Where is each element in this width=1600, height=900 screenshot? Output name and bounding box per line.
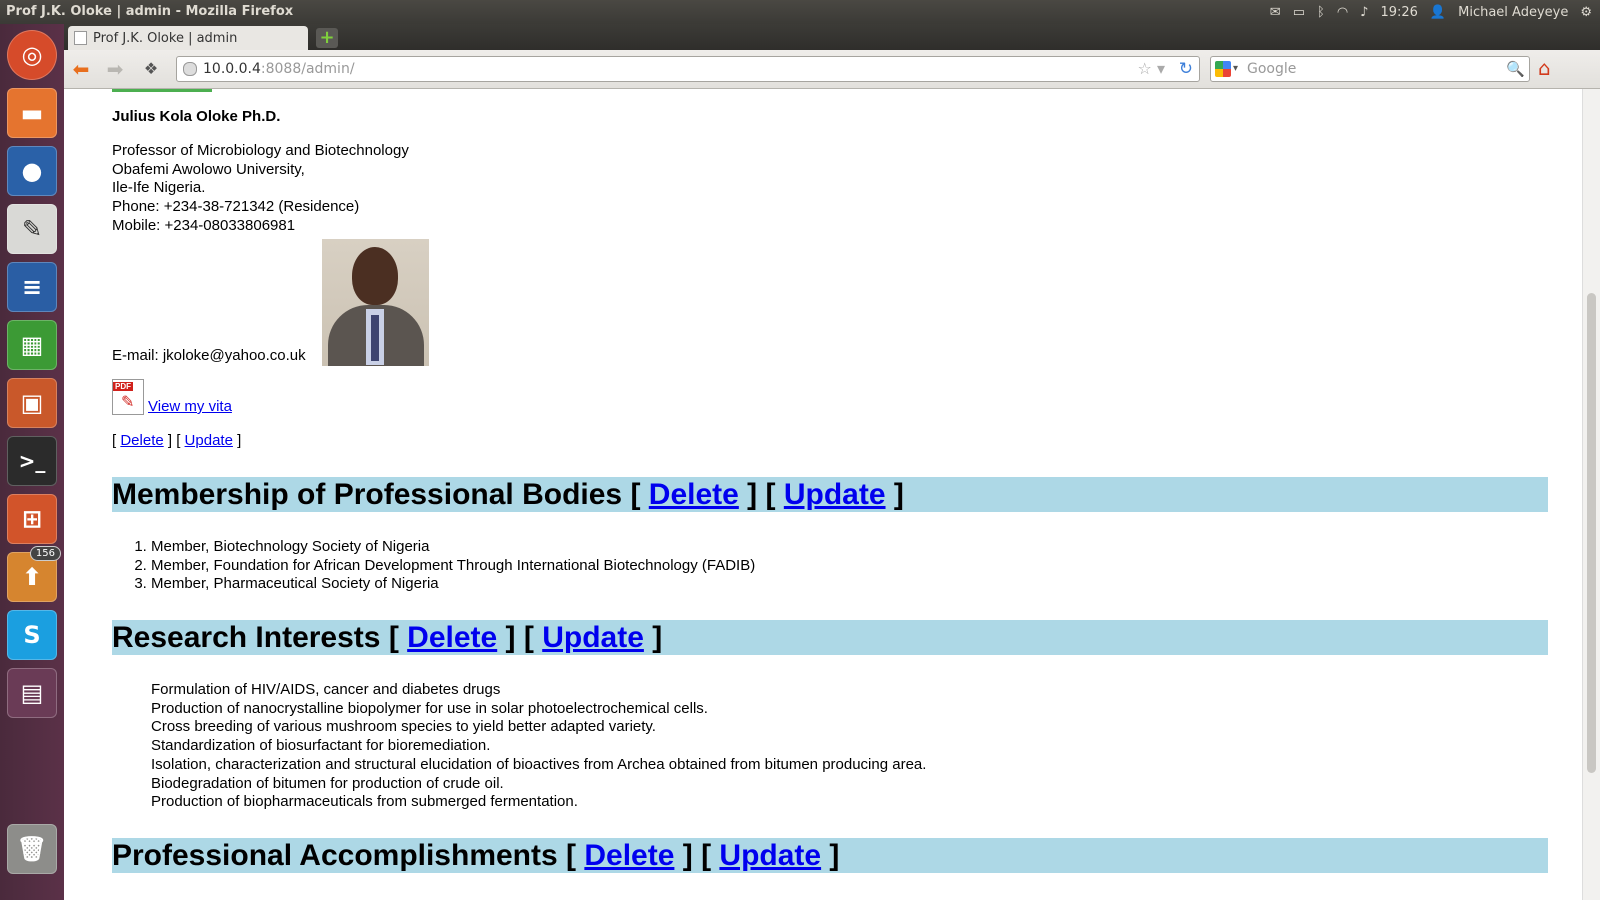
tab-title: Prof J.K. Oloke | admin bbox=[93, 30, 238, 46]
window-title: Prof J.K. Oloke | admin - Mozilla Firefo… bbox=[6, 4, 294, 19]
bluetooth-icon[interactable]: ᛒ bbox=[1317, 5, 1325, 20]
profile-line: Mobile: +234-08033806981 bbox=[112, 216, 296, 234]
top-panel: Prof J.K. Oloke | admin - Mozilla Firefo… bbox=[0, 0, 1600, 24]
list-item: Formulation of HIV/AIDS, cancer and diab… bbox=[151, 681, 501, 698]
volume-icon[interactable]: ♪ bbox=[1360, 5, 1368, 20]
bookmark-star-icon[interactable]: ☆ ▾ bbox=[1138, 57, 1165, 81]
home-icon[interactable]: ⌂ bbox=[1538, 56, 1551, 80]
profile-name: Julius Kola Oloke Ph.D. bbox=[112, 108, 281, 125]
system-tray: ✉ ▭ ᛒ ◠ ♪ 19:26 👤 Michael Adeyeye ⚙ bbox=[1270, 0, 1600, 24]
gear-icon[interactable]: ⚙ bbox=[1580, 5, 1592, 20]
list-item: Production of nanocrystalline biopolymer… bbox=[151, 699, 708, 717]
ubuntu-logo-icon[interactable]: ◎ bbox=[7, 30, 57, 80]
user-name[interactable]: Michael Adeyeye bbox=[1458, 5, 1568, 20]
profile-delete-link[interactable]: Delete bbox=[120, 432, 163, 449]
terminal-icon[interactable]: >_ bbox=[7, 436, 57, 486]
profile-actions: [ Delete ] [ Update ] bbox=[112, 432, 242, 449]
research-delete-link[interactable]: Delete bbox=[407, 621, 497, 654]
url-bar[interactable]: 10.0.0.4:8088/admin/ ☆ ▾ ↻ bbox=[176, 56, 1200, 82]
trash-icon[interactable]: 🗑 bbox=[7, 824, 57, 874]
list-item: Cross breeding of various mushroom speci… bbox=[151, 718, 656, 736]
software-center-icon[interactable]: ⊞ bbox=[7, 494, 57, 544]
calc-icon[interactable]: ▦ bbox=[7, 320, 57, 370]
user-icon: 👤 bbox=[1429, 4, 1447, 20]
writer-icon[interactable]: ≡ bbox=[7, 262, 57, 312]
update-count-badge: 156 bbox=[29, 546, 61, 561]
accomplishments-update-link[interactable]: Update bbox=[719, 839, 821, 872]
list-item: Member, Foundation for African Developme… bbox=[151, 557, 755, 576]
google-icon[interactable] bbox=[1215, 61, 1231, 77]
text-editor-icon[interactable]: ✎ bbox=[7, 204, 57, 254]
profile-line: Obafemi Awolowo University, bbox=[112, 160, 305, 178]
list-item: Biodegradation of bitumen for production… bbox=[151, 774, 504, 792]
research-update-link[interactable]: Update bbox=[542, 621, 644, 654]
url-text[interactable]: 10.0.0.4:8088/admin/ bbox=[203, 57, 355, 81]
page-icon bbox=[74, 31, 87, 45]
accomplishments-title: Professional Accomplishments bbox=[112, 839, 558, 872]
view-vita-link[interactable]: View my vita bbox=[148, 398, 232, 415]
membership-title: Membership of Professional Bodies bbox=[112, 478, 623, 511]
list-item: Production of biopharmaceuticals from su… bbox=[151, 793, 578, 811]
impress-icon[interactable]: ▣ bbox=[7, 378, 57, 428]
membership-list: Member, Biotechnology Society of Nigeria… bbox=[112, 538, 755, 594]
url-host: 10.0.0.4 bbox=[203, 61, 261, 77]
site-identity-icon[interactable] bbox=[183, 62, 197, 76]
profile-line: Ile-Ife Nigeria. bbox=[112, 179, 206, 197]
chevron-down-icon[interactable]: ▾ bbox=[1233, 57, 1238, 81]
membership-update-link[interactable]: Update bbox=[784, 478, 886, 511]
launcher: ◎ ▬ ● ✎ ≡ ▦ ▣ >_ ⊞ ⬆ 156 S ▤ 🗑 bbox=[0, 24, 64, 900]
search-input[interactable]: Google bbox=[1247, 57, 1296, 81]
search-icon[interactable]: 🔍 bbox=[1506, 57, 1525, 81]
mail-icon[interactable]: ✉ bbox=[1270, 5, 1281, 20]
tab-bar: Prof J.K. Oloke | admin + bbox=[64, 24, 1600, 50]
navigation-toolbar: ⬅ ➡ ❖ 10.0.0.4:8088/admin/ ☆ ▾ ↻ ▾ Googl… bbox=[64, 50, 1600, 89]
accomplishments-heading: Professional Accomplishments [ Delete ] … bbox=[112, 838, 1548, 873]
scrollbar-thumb[interactable] bbox=[1587, 293, 1596, 773]
forward-button[interactable]: ➡ bbox=[102, 56, 128, 82]
list-item: Standardization of biosurfactant for bio… bbox=[151, 737, 491, 755]
vertical-scrollbar[interactable] bbox=[1582, 89, 1600, 900]
membership-delete-link[interactable]: Delete bbox=[649, 478, 739, 511]
page-content: Julius Kola Oloke Ph.D. Professor of Mic… bbox=[64, 89, 1582, 900]
back-button[interactable]: ⬅ bbox=[68, 56, 94, 82]
search-bar[interactable]: ▾ Google 🔍 bbox=[1210, 56, 1530, 82]
list-item: Isolation, characterization and structur… bbox=[151, 755, 927, 773]
membership-heading: Membership of Professional Bodies [ Dele… bbox=[112, 477, 1548, 512]
url-path: :8088/admin/ bbox=[260, 61, 355, 77]
clock[interactable]: 19:26 bbox=[1380, 5, 1417, 20]
skype-icon[interactable]: S bbox=[7, 610, 57, 660]
new-tab-button[interactable]: + bbox=[316, 28, 338, 48]
research-list: Formulation of HIV/AIDS, cancer and diab… bbox=[151, 681, 926, 812]
history-icon[interactable]: ❖ bbox=[138, 56, 164, 82]
profile-address: Professor of Microbiology and Biotechnol… bbox=[112, 142, 409, 236]
tab-active[interactable]: Prof J.K. Oloke | admin bbox=[68, 26, 308, 50]
profile-update-link[interactable]: Update bbox=[185, 432, 233, 449]
accomplishments-delete-link[interactable]: Delete bbox=[584, 839, 674, 872]
battery-icon[interactable]: ▭ bbox=[1293, 5, 1305, 20]
update-manager-icon[interactable]: ⬆ 156 bbox=[7, 546, 61, 602]
profile-line: Professor of Microbiology and Biotechnol… bbox=[112, 142, 409, 159]
files-icon[interactable]: ▬ bbox=[7, 88, 57, 138]
profile-photo bbox=[322, 239, 429, 366]
profile-line: Phone: +234-38-721342 (Residence) bbox=[112, 198, 360, 216]
firefox-icon[interactable]: ● bbox=[7, 146, 57, 196]
green-underline bbox=[112, 89, 212, 92]
reload-icon[interactable]: ↻ bbox=[1179, 57, 1193, 81]
research-heading: Research Interests [ Delete ] [ Update ] bbox=[112, 620, 1548, 655]
list-item: Member, Biotechnology Society of Nigeria bbox=[151, 538, 755, 557]
research-title: Research Interests bbox=[112, 621, 381, 654]
workspace-switcher-icon[interactable]: ▤ bbox=[7, 668, 57, 718]
wifi-icon[interactable]: ◠ bbox=[1337, 5, 1348, 20]
list-item: Member, Pharmaceutical Society of Nigeri… bbox=[151, 575, 755, 594]
profile-email: E-mail: jkoloke@yahoo.co.uk bbox=[112, 347, 306, 364]
pdf-icon[interactable]: PDF ✎ bbox=[112, 379, 144, 415]
